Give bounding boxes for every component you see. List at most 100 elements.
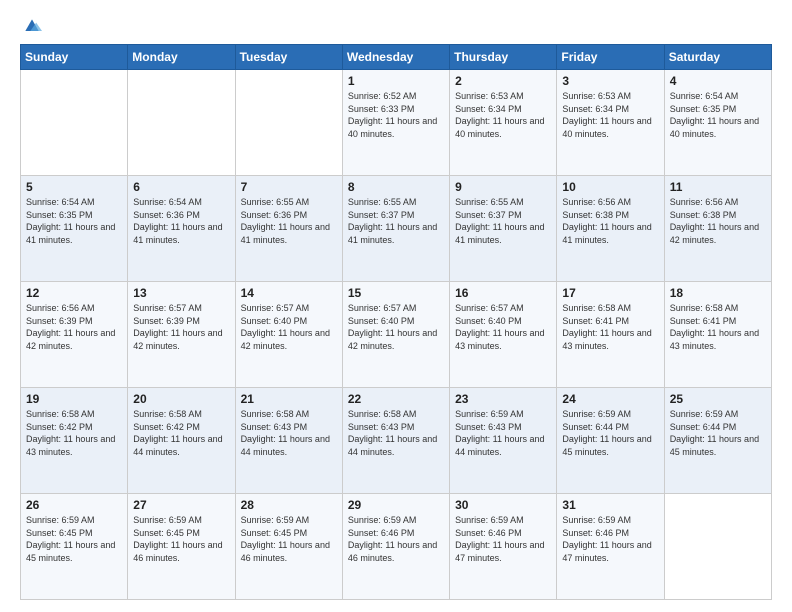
calendar-cell: 21 Sunrise: 6:58 AM Sunset: 6:43 PM Dayli…: [235, 388, 342, 494]
calendar-table: SundayMondayTuesdayWednesdayThursdayFrid…: [20, 44, 772, 600]
day-number: 12: [26, 286, 122, 300]
day-info: Sunrise: 6:56 AM Sunset: 6:38 PM Dayligh…: [562, 196, 658, 246]
day-info: Sunrise: 6:52 AM Sunset: 6:33 PM Dayligh…: [348, 90, 444, 140]
calendar-cell: 7 Sunrise: 6:55 AM Sunset: 6:36 PM Daylig…: [235, 176, 342, 282]
day-header-wednesday: Wednesday: [342, 45, 449, 70]
calendar-cell: 15Sunrise: 6:57 AM Sunset: 6:40 PM Dayli…: [342, 282, 449, 388]
day-info: Sunrise: 6:59 AM Sunset: 6:45 PM Dayligh…: [133, 514, 229, 564]
calendar-cell: 31 Sunrise: 6:59 AM Sunset: 6:46 PM Dayli…: [557, 494, 664, 600]
calendar-cell: 2 Sunrise: 6:53 AM Sunset: 6:34 PM Daylig…: [450, 70, 557, 176]
day-number: 31: [562, 498, 658, 512]
day-header-thursday: Thursday: [450, 45, 557, 70]
day-info: Sunrise: 6:58 AM Sunset: 6:43 PM Dayligh…: [241, 408, 337, 458]
calendar-cell: 8 Sunrise: 6:55 AM Sunset: 6:37 PM Daylig…: [342, 176, 449, 282]
calendar-week-3: 12 Sunrise: 6:56 AM Sunset: 6:39 PM Dayli…: [21, 282, 772, 388]
day-info: Sunrise: 6:57 AM Sunset: 6:40 PM Dayligh…: [348, 302, 444, 352]
calendar-week-2: 5 Sunrise: 6:54 AM Sunset: 6:35 PM Daylig…: [21, 176, 772, 282]
calendar-cell: 4 Sunrise: 6:54 AM Sunset: 6:35 PM Daylig…: [664, 70, 771, 176]
day-number: 19: [26, 392, 122, 406]
calendar-cell: 20 Sunrise: 6:58 AM Sunset: 6:42 PM Dayli…: [128, 388, 235, 494]
calendar-cell: 14 Sunrise: 6:57 AM Sunset: 6:40 PM Dayli…: [235, 282, 342, 388]
day-info: Sunrise: 6:58 AM Sunset: 6:42 PM Dayligh…: [133, 408, 229, 458]
calendar-cell: 3 Sunrise: 6:53 AM Sunset: 6:34 PM Daylig…: [557, 70, 664, 176]
day-header-monday: Monday: [128, 45, 235, 70]
day-header-friday: Friday: [557, 45, 664, 70]
day-info: Sunrise: 6:53 AM Sunset: 6:34 PM Dayligh…: [455, 90, 551, 140]
day-header-saturday: Saturday: [664, 45, 771, 70]
day-info: Sunrise: 6:59 AM Sunset: 6:46 PM Dayligh…: [562, 514, 658, 564]
day-number: 27: [133, 498, 229, 512]
day-info: Sunrise: 6:55 AM Sunset: 6:36 PM Dayligh…: [241, 196, 337, 246]
calendar-cell: [235, 70, 342, 176]
day-info: Sunrise: 6:54 AM Sunset: 6:36 PM Dayligh…: [133, 196, 229, 246]
day-info: Sunrise: 6:59 AM Sunset: 6:44 PM Dayligh…: [562, 408, 658, 458]
day-number: 8: [348, 180, 444, 194]
day-info: Sunrise: 6:55 AM Sunset: 6:37 PM Dayligh…: [348, 196, 444, 246]
calendar-cell: 9 Sunrise: 6:55 AM Sunset: 6:37 PM Daylig…: [450, 176, 557, 282]
header: [20, 16, 772, 34]
logo: [20, 16, 42, 34]
calendar-cell: 27 Sunrise: 6:59 AM Sunset: 6:45 PM Dayli…: [128, 494, 235, 600]
calendar-cell: 1 Sunrise: 6:52 AM Sunset: 6:33 PM Daylig…: [342, 70, 449, 176]
calendar-cell: 12 Sunrise: 6:56 AM Sunset: 6:39 PM Dayli…: [21, 282, 128, 388]
calendar-cell: 6 Sunrise: 6:54 AM Sunset: 6:36 PM Daylig…: [128, 176, 235, 282]
day-number: 18: [670, 286, 766, 300]
day-info: Sunrise: 6:56 AM Sunset: 6:39 PM Dayligh…: [26, 302, 122, 352]
day-number: 21: [241, 392, 337, 406]
calendar-cell: 13 Sunrise: 6:57 AM Sunset: 6:39 PM Dayli…: [128, 282, 235, 388]
calendar-header-row: SundayMondayTuesdayWednesdayThursdayFrid…: [21, 45, 772, 70]
day-number: 10: [562, 180, 658, 194]
calendar-cell: 22Sunrise: 6:58 AM Sunset: 6:43 PM Dayli…: [342, 388, 449, 494]
day-number: 4: [670, 74, 766, 88]
page: SundayMondayTuesdayWednesdayThursdayFrid…: [0, 0, 792, 612]
calendar-cell: 29 Sunrise: 6:59 AM Sunset: 6:46 PM Dayli…: [342, 494, 449, 600]
calendar-cell: 28 Sunrise: 6:59 AM Sunset: 6:45 PM Dayli…: [235, 494, 342, 600]
day-header-sunday: Sunday: [21, 45, 128, 70]
day-number: 29: [348, 498, 444, 512]
day-info: Sunrise: 6:53 AM Sunset: 6:34 PM Dayligh…: [562, 90, 658, 140]
calendar-week-4: 19 Sunrise: 6:58 AM Sunset: 6:42 PM Dayli…: [21, 388, 772, 494]
calendar-week-1: 1 Sunrise: 6:52 AM Sunset: 6:33 PM Daylig…: [21, 70, 772, 176]
day-number: 3: [562, 74, 658, 88]
calendar-cell: [128, 70, 235, 176]
day-number: 9: [455, 180, 551, 194]
day-info: Sunrise: 6:59 AM Sunset: 6:46 PM Dayligh…: [455, 514, 551, 564]
day-info: Sunrise: 6:57 AM Sunset: 6:40 PM Dayligh…: [455, 302, 551, 352]
day-info: Sunrise: 6:58 AM Sunset: 6:43 PM Dayligh…: [348, 408, 444, 458]
day-info: Sunrise: 6:55 AM Sunset: 6:37 PM Dayligh…: [455, 196, 551, 246]
day-info: Sunrise: 6:59 AM Sunset: 6:45 PM Dayligh…: [241, 514, 337, 564]
logo-icon: [22, 16, 42, 36]
day-info: Sunrise: 6:54 AM Sunset: 6:35 PM Dayligh…: [26, 196, 122, 246]
day-info: Sunrise: 6:56 AM Sunset: 6:38 PM Dayligh…: [670, 196, 766, 246]
day-number: 30: [455, 498, 551, 512]
day-info: Sunrise: 6:59 AM Sunset: 6:44 PM Dayligh…: [670, 408, 766, 458]
day-header-tuesday: Tuesday: [235, 45, 342, 70]
day-number: 11: [670, 180, 766, 194]
calendar-week-5: 26Sunrise: 6:59 AM Sunset: 6:45 PM Dayli…: [21, 494, 772, 600]
day-number: 1: [348, 74, 444, 88]
day-number: 28: [241, 498, 337, 512]
day-number: 14: [241, 286, 337, 300]
day-number: 5: [26, 180, 122, 194]
day-number: 13: [133, 286, 229, 300]
calendar-cell: 25Sunrise: 6:59 AM Sunset: 6:44 PM Dayli…: [664, 388, 771, 494]
calendar-cell: 26Sunrise: 6:59 AM Sunset: 6:45 PM Dayli…: [21, 494, 128, 600]
day-number: 16: [455, 286, 551, 300]
day-info: Sunrise: 6:57 AM Sunset: 6:40 PM Dayligh…: [241, 302, 337, 352]
day-number: 7: [241, 180, 337, 194]
day-info: Sunrise: 6:58 AM Sunset: 6:42 PM Dayligh…: [26, 408, 122, 458]
day-info: Sunrise: 6:54 AM Sunset: 6:35 PM Dayligh…: [670, 90, 766, 140]
day-number: 20: [133, 392, 229, 406]
day-info: Sunrise: 6:59 AM Sunset: 6:46 PM Dayligh…: [348, 514, 444, 564]
day-info: Sunrise: 6:59 AM Sunset: 6:45 PM Dayligh…: [26, 514, 122, 564]
day-number: 24: [562, 392, 658, 406]
day-number: 2: [455, 74, 551, 88]
day-info: Sunrise: 6:58 AM Sunset: 6:41 PM Dayligh…: [562, 302, 658, 352]
day-info: Sunrise: 6:59 AM Sunset: 6:43 PM Dayligh…: [455, 408, 551, 458]
day-number: 6: [133, 180, 229, 194]
day-number: 23: [455, 392, 551, 406]
calendar-cell: 30 Sunrise: 6:59 AM Sunset: 6:46 PM Dayli…: [450, 494, 557, 600]
day-info: Sunrise: 6:57 AM Sunset: 6:39 PM Dayligh…: [133, 302, 229, 352]
calendar-cell: 23 Sunrise: 6:59 AM Sunset: 6:43 PM Dayli…: [450, 388, 557, 494]
calendar-cell: 5 Sunrise: 6:54 AM Sunset: 6:35 PM Daylig…: [21, 176, 128, 282]
